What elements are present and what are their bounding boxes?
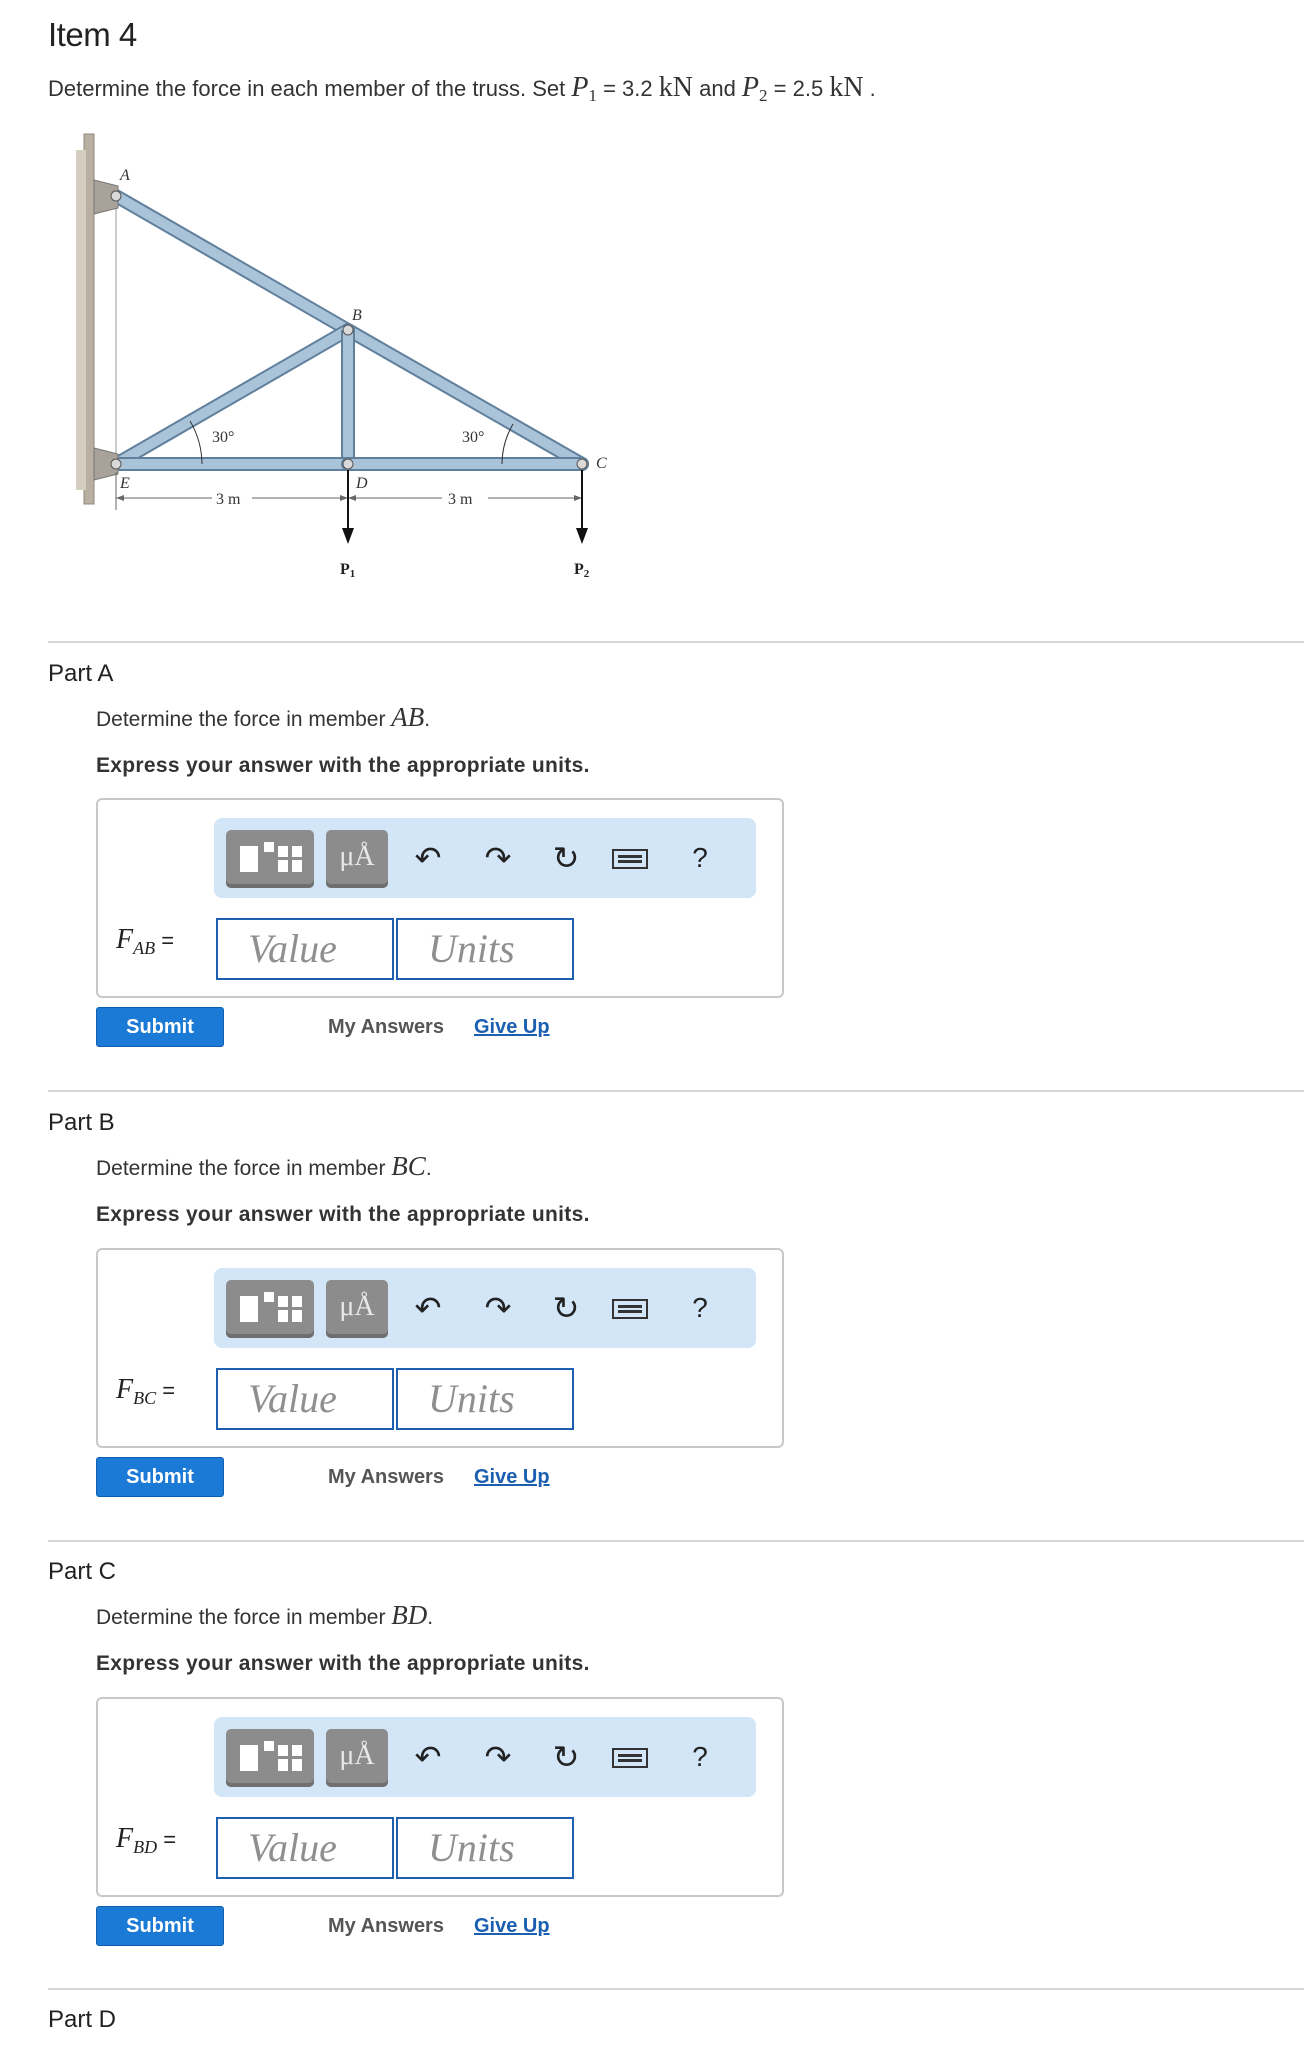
p2-symbol: P — [741, 72, 760, 103]
p2-subscript: 2 — [759, 86, 768, 105]
give-up-link[interactable]: Give Up — [474, 1016, 550, 1039]
value-input[interactable]: Value — [216, 1368, 394, 1430]
pin-C — [576, 458, 588, 470]
member-name: AB — [391, 702, 425, 732]
keyboard-icon[interactable] — [612, 840, 648, 876]
pin-B — [342, 324, 354, 336]
divider — [48, 1090, 1304, 1092]
reset-icon[interactable]: ↻ — [548, 1739, 584, 1775]
math-toolbar: μÅ ↶ ↷ ↻ ? — [214, 818, 756, 898]
units-input[interactable]: Units — [396, 1817, 574, 1879]
load-label-P1: P1 — [340, 561, 355, 580]
submit-button[interactable]: Submit — [96, 1457, 224, 1497]
help-icon[interactable]: ? — [682, 840, 718, 876]
p1-unit: kN — [658, 72, 693, 103]
and-text: and — [692, 76, 742, 101]
divider — [48, 1540, 1304, 1542]
my-answers-link[interactable]: My Answers — [328, 1016, 444, 1039]
part-c-prompt: Determine the force in member BD. — [96, 1600, 434, 1630]
item-title: Item 4 — [48, 16, 137, 53]
part-a-instruction: Express your answer with the appropriate… — [96, 754, 590, 777]
undo-icon[interactable]: ↶ — [410, 1290, 446, 1326]
part-a-answer-box: μÅ ↶ ↷ ↻ ? FAB = Value Units — [96, 798, 784, 998]
load-label-P2: P2 — [574, 561, 590, 580]
divider — [48, 1988, 1304, 1990]
templates-button[interactable] — [226, 830, 314, 888]
submit-button[interactable]: Submit — [96, 1007, 224, 1047]
p1-symbol: P — [571, 72, 589, 103]
var-label: FAB = — [116, 924, 175, 958]
part-b-prompt: Determine the force in member BC. — [96, 1151, 432, 1181]
templates-icon — [240, 1741, 302, 1771]
math-toolbar: μÅ ↶ ↷ ↻ ? — [214, 1268, 756, 1348]
p1-subscript: 1 — [588, 86, 597, 105]
redo-icon[interactable]: ↷ — [480, 840, 516, 876]
member-name: BC — [391, 1151, 426, 1181]
units-button[interactable]: μÅ — [326, 830, 388, 888]
help-icon[interactable]: ? — [682, 1290, 718, 1326]
problem-text: Determine the force in each member of th… — [48, 76, 572, 101]
part-c-title: Part C — [48, 1558, 117, 1585]
var-label: FBD = — [116, 1823, 177, 1857]
give-up-link[interactable]: Give Up — [474, 1915, 550, 1938]
units-button[interactable]: μÅ — [326, 1280, 388, 1338]
pin-D — [342, 458, 354, 470]
redo-icon[interactable]: ↷ — [480, 1739, 516, 1775]
undo-icon[interactable]: ↶ — [410, 1739, 446, 1775]
help-icon[interactable]: ? — [682, 1739, 718, 1775]
undo-icon[interactable]: ↶ — [410, 840, 446, 876]
label-C: C — [596, 455, 607, 472]
label-D: D — [355, 475, 368, 492]
member-name: BD — [391, 1600, 428, 1630]
part-b-instruction: Express your answer with the appropriate… — [96, 1203, 590, 1226]
my-answers-link[interactable]: My Answers — [328, 1915, 444, 1938]
p2-unit: kN — [829, 72, 864, 103]
keyboard-icon[interactable] — [612, 1739, 648, 1775]
wall-shade — [76, 150, 86, 490]
part-c-instruction: Express your answer with the appropriate… — [96, 1652, 590, 1675]
divider — [48, 641, 1304, 643]
keyboard-icon[interactable] — [612, 1290, 648, 1326]
truss-figure: A B C D E 30° 30° 3 m 3 m P1 P2 — [76, 133, 607, 580]
label-E: E — [119, 475, 130, 492]
units-input[interactable]: Units — [396, 918, 574, 980]
label-B: B — [352, 307, 362, 324]
units-button[interactable]: μÅ — [326, 1729, 388, 1787]
templates-icon — [240, 1292, 302, 1322]
part-c-answer-box: μÅ ↶ ↷ ↻ ? FBD = Value Units — [96, 1697, 784, 1897]
problem-statement: Determine the force in each member of th… — [48, 72, 876, 106]
reset-icon[interactable]: ↻ — [548, 840, 584, 876]
submit-button[interactable]: Submit — [96, 1906, 224, 1946]
units-input[interactable]: Units — [396, 1368, 574, 1430]
dim-label-left: 3 m — [216, 491, 241, 508]
templates-icon — [240, 842, 302, 872]
var-label: FBC = — [116, 1374, 176, 1408]
p1-value: = 3.2 — [596, 76, 659, 101]
end-text: . — [863, 76, 876, 101]
templates-button[interactable] — [226, 1729, 314, 1787]
value-input[interactable]: Value — [216, 1817, 394, 1879]
my-answers-link[interactable]: My Answers — [328, 1466, 444, 1489]
part-b-answer-box: μÅ ↶ ↷ ↻ ? FBC = Value Units — [96, 1248, 784, 1448]
part-a-title: Part A — [48, 660, 114, 687]
pin-A — [110, 190, 122, 202]
reset-icon[interactable]: ↻ — [548, 1290, 584, 1326]
part-a-prompt: Determine the force in member AB. — [96, 702, 431, 732]
value-input[interactable]: Value — [216, 918, 394, 980]
angle-label-right: 30° — [462, 429, 484, 446]
templates-button[interactable] — [226, 1280, 314, 1338]
math-toolbar: μÅ ↶ ↷ ↻ ? — [214, 1717, 756, 1797]
redo-icon[interactable]: ↷ — [480, 1290, 516, 1326]
part-d-title: Part D — [48, 2006, 117, 2033]
give-up-link[interactable]: Give Up — [474, 1466, 550, 1489]
pin-E — [110, 458, 122, 470]
dim-label-right: 3 m — [448, 491, 473, 508]
p2-value: = 2.5 — [767, 76, 830, 101]
label-A: A — [119, 167, 130, 184]
part-b-title: Part B — [48, 1109, 115, 1136]
angle-label-left: 30° — [212, 429, 234, 446]
